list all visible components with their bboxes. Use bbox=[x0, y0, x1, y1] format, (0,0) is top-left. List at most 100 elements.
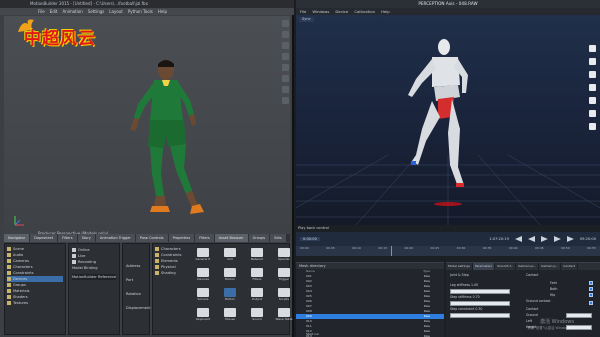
menu-file[interactable]: File bbox=[300, 8, 306, 15]
asset-icon[interactable]: Sound bbox=[245, 308, 269, 324]
asset-icon[interactable]: Filters bbox=[245, 268, 269, 284]
play-icon[interactable] bbox=[540, 236, 548, 242]
tab-navigator[interactable]: Navigator bbox=[4, 234, 30, 242]
light-tool-icon[interactable] bbox=[282, 97, 289, 104]
asset-icon[interactable]: OpenGL bbox=[272, 248, 296, 264]
feet-checkbox[interactable] bbox=[589, 281, 593, 285]
playback-controls: 0:00:00 1:07:20:19 09:20:00 bbox=[296, 232, 600, 246]
tab-filters-2[interactable]: Filters bbox=[195, 234, 214, 242]
3d-viewport[interactable]: Sync bbox=[296, 15, 600, 225]
leg-stiffness-slider[interactable] bbox=[450, 289, 510, 294]
menu-calibration[interactable]: Calibration bbox=[354, 8, 375, 15]
displacement-label: Displacement bbox=[126, 306, 151, 310]
zoom-tool-icon[interactable] bbox=[282, 75, 289, 82]
skip-back-icon[interactable] bbox=[515, 236, 522, 242]
ground-input[interactable] bbox=[566, 313, 592, 318]
tab-smooth[interactable]: Smooth f... bbox=[495, 263, 517, 270]
bottom-tab-bar: Navigator Dopesheet Filters Story Animat… bbox=[4, 234, 290, 242]
time-end[interactable]: 09:20:00 bbox=[580, 237, 596, 241]
rotate-tool-icon[interactable] bbox=[282, 42, 289, 49]
step-forward-icon[interactable] bbox=[553, 236, 561, 242]
tab-model-settings[interactable]: Model settings bbox=[446, 263, 473, 270]
tab-filters[interactable]: Filters bbox=[58, 234, 77, 242]
tab-properties[interactable]: Properties bbox=[168, 234, 195, 242]
move-tool-icon[interactable] bbox=[282, 31, 289, 38]
calibrate-icon[interactable] bbox=[589, 97, 596, 104]
scale-tool-icon[interactable] bbox=[282, 53, 289, 60]
playback-label: Play back control bbox=[298, 226, 329, 230]
tab-dopesheet[interactable]: Dopesheet bbox=[30, 234, 58, 242]
device-settings-panel: Address Port Rotation Displacement bbox=[122, 243, 151, 335]
tab-animation-trigger[interactable]: Animation Trigger bbox=[95, 234, 135, 242]
checkbox-icon bbox=[72, 254, 76, 258]
select-tool-icon[interactable] bbox=[282, 20, 289, 27]
asset-icon[interactable]: Network bbox=[245, 248, 269, 264]
menu-bar: File Edit Animation Settings Layout Pyth… bbox=[0, 8, 294, 15]
logo: 中超风云 bbox=[6, 18, 98, 49]
asset-icon[interactable]: Solvers bbox=[191, 288, 215, 304]
asset-icon[interactable]: Wave Table bbox=[272, 308, 296, 324]
tab-story[interactable]: Story bbox=[77, 234, 95, 242]
asset-icon[interactable]: Output bbox=[245, 288, 269, 304]
tab-asset-browser[interactable]: Asset Browser bbox=[214, 234, 248, 242]
asset-category[interactable]: Shading bbox=[155, 270, 185, 276]
skeleton-icon[interactable] bbox=[589, 71, 596, 78]
folder-icon bbox=[7, 301, 11, 305]
ground-label: Ground bbox=[526, 313, 538, 317]
settings-icon[interactable] bbox=[589, 110, 596, 117]
start-run-button[interactable]: Start run bbox=[296, 332, 333, 337]
ground-contact-checkbox[interactable] bbox=[589, 301, 593, 305]
menu-windows[interactable]: Windows bbox=[312, 8, 329, 15]
asset-icon[interactable]: Trigger bbox=[272, 268, 296, 284]
menu-file[interactable]: File bbox=[38, 8, 45, 15]
asset-icon[interactable]: GUI bbox=[218, 248, 242, 264]
folder-icon bbox=[155, 271, 159, 275]
skip-forward-icon[interactable] bbox=[566, 236, 574, 242]
menu-help[interactable]: Help bbox=[381, 8, 390, 15]
hip-checkbox[interactable] bbox=[589, 293, 593, 297]
menu-layout[interactable]: Layout bbox=[109, 8, 123, 15]
tab-contact[interactable]: Contact bbox=[561, 263, 578, 270]
file-list: 001 Raw 002 Raw 003 Raw 004 Raw 005 Raw 006 Raw 007 R… bbox=[296, 274, 444, 337]
tree-item[interactable]: Textures bbox=[7, 300, 63, 306]
step-stiffness-slider[interactable] bbox=[450, 301, 510, 306]
tab-kalman-2[interactable]: Kalman p... bbox=[539, 263, 562, 270]
menu-help[interactable]: Help bbox=[158, 8, 167, 15]
menu-animation[interactable]: Animation bbox=[62, 8, 82, 15]
reference-field[interactable]: MotionBuilder Reference bbox=[72, 274, 116, 280]
menu-settings[interactable]: Settings bbox=[88, 8, 104, 15]
asset-grid: General P. GUI Network OpenGL Devices Mo… bbox=[187, 244, 300, 328]
asset-icon[interactable]: Devices bbox=[191, 268, 215, 284]
menu-device[interactable]: Device bbox=[335, 8, 348, 15]
key-tool-icon[interactable] bbox=[282, 64, 289, 71]
menu-edit[interactable]: Edit bbox=[50, 8, 58, 15]
step-constraint-slider[interactable] bbox=[450, 313, 510, 318]
asset-icon[interactable]: Motion bbox=[218, 268, 242, 284]
tab-groups[interactable]: Groups bbox=[248, 234, 270, 242]
record-icon[interactable] bbox=[589, 84, 596, 91]
tab-pose-controls[interactable]: Pose Controls bbox=[135, 234, 168, 242]
asset-icon[interactable]: Mouse bbox=[218, 308, 242, 324]
asset-icon[interactable]: Scripts bbox=[272, 288, 296, 304]
tab-kalman-1[interactable]: Kalman pr... bbox=[516, 263, 540, 270]
motionbuilder-window: MotionBuilder 2015 - [Untitled] - C:\Use… bbox=[0, 0, 294, 337]
asset-icon[interactable]: Keyboard bbox=[191, 308, 215, 324]
time-start[interactable]: 0:00:00 bbox=[300, 237, 320, 241]
asset-icon-selected[interactable]: Motion bbox=[218, 288, 242, 304]
asset-icon[interactable]: General P. bbox=[191, 248, 215, 264]
camera-tool-icon[interactable] bbox=[282, 86, 289, 93]
both-checkbox[interactable] bbox=[589, 287, 593, 291]
time-current[interactable]: 1:07:20:19 bbox=[489, 237, 509, 241]
tab-sets[interactable]: Sets bbox=[270, 234, 286, 242]
export-icon[interactable] bbox=[589, 123, 596, 130]
tab-parameters[interactable]: Parameters bbox=[472, 263, 496, 270]
asset-browser: Characters Constraints Elements Physical… bbox=[152, 243, 292, 335]
contact-label: Contact bbox=[526, 307, 539, 311]
menu-python-tools[interactable]: Python Tools bbox=[128, 8, 153, 15]
watermark-subtitle: 转到"设置"以激活 Windows。 bbox=[527, 326, 574, 330]
view-icon[interactable] bbox=[589, 45, 596, 52]
camera-icon[interactable] bbox=[589, 58, 596, 65]
step-back-icon[interactable] bbox=[528, 236, 535, 242]
timeline[interactable]: 00:00 00:05 00:10 00:15 00:20 00:25 00:30 00:35… bbox=[296, 246, 600, 256]
playhead[interactable] bbox=[391, 246, 392, 256]
